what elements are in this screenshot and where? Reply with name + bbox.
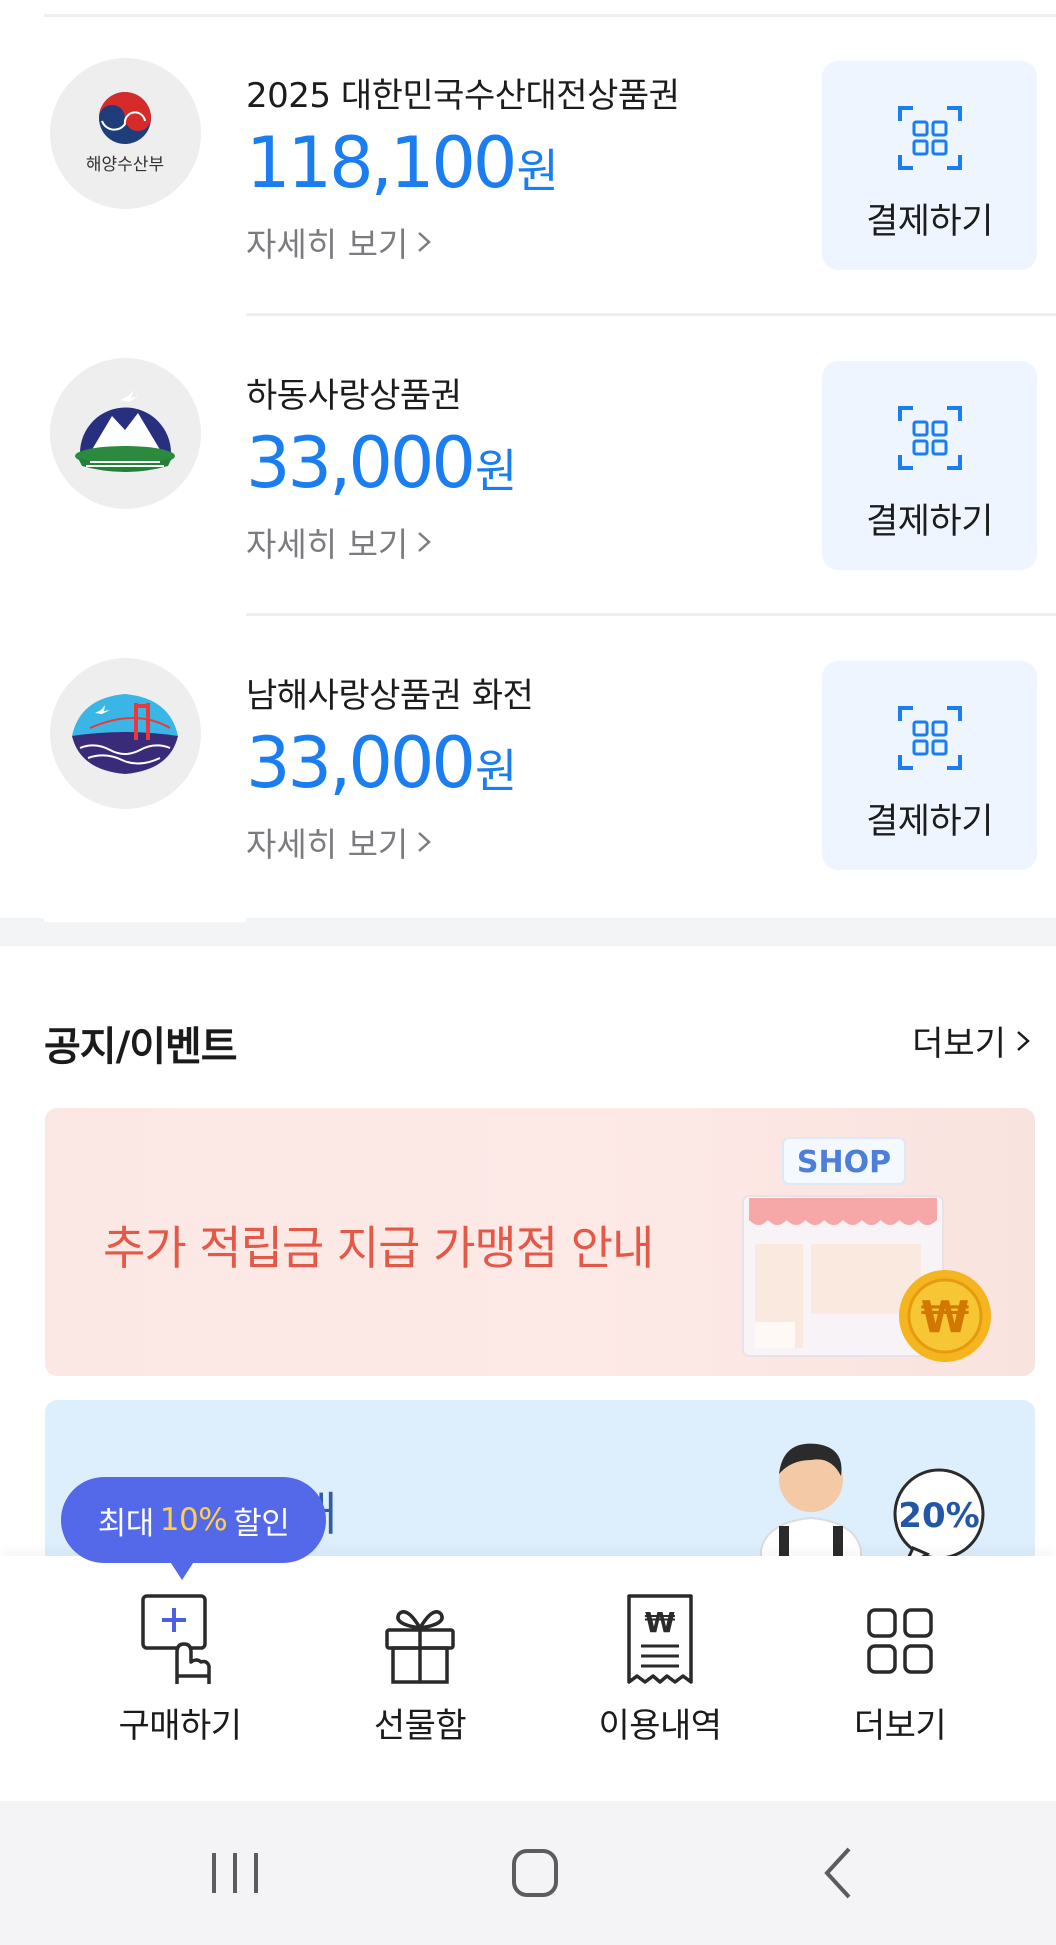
wallet-screen: 해양수산부 2025 대한민국수산대전상품권 118,100원 자세히 보기 결… bbox=[0, 0, 1056, 1945]
coin-symbol: ₩ bbox=[921, 1292, 970, 1343]
discount-promo-bubble[interactable]: 최대 10% 할인 bbox=[61, 1477, 326, 1563]
amount-value: 33,000 bbox=[246, 422, 476, 504]
svg-text:₩: ₩ bbox=[645, 1606, 676, 1639]
detail-link[interactable]: 자세히 보기 bbox=[246, 518, 434, 566]
voucher-name: 하동사랑상품권 bbox=[246, 376, 462, 416]
ministry-of-oceans-logo-icon: 해양수산부 bbox=[50, 58, 201, 209]
amount-unit: 원 bbox=[474, 444, 518, 498]
voucher-amount: 118,100원 bbox=[246, 122, 559, 204]
amount-unit: 원 bbox=[516, 144, 559, 198]
section-divider bbox=[0, 918, 1056, 946]
event-banner-1[interactable]: 추가 적립금 지급 가맹점 안내 SHOP ₩ bbox=[45, 1108, 1035, 1376]
discount-badge: 20% bbox=[898, 1496, 979, 1536]
home-icon bbox=[512, 1849, 558, 1897]
logo-text: 해양수산부 bbox=[86, 155, 164, 175]
more-label: 더보기 bbox=[912, 1024, 1006, 1064]
chevron-right-icon bbox=[1017, 1030, 1030, 1051]
shop-coin-icon: SHOP ₩ bbox=[742, 1137, 991, 1362]
chevron-right-icon bbox=[418, 532, 432, 552]
banner-text: 추가 적립금 지급 가맹점 안내 bbox=[103, 1221, 654, 1275]
gift-icon bbox=[385, 1610, 455, 1684]
amount-value: 33,000 bbox=[246, 722, 476, 804]
grid-more-icon bbox=[867, 1608, 933, 1674]
nav-label: 더보기 bbox=[853, 1706, 947, 1746]
promo-bubble-tail bbox=[169, 1560, 195, 1580]
pay-label: 결제하기 bbox=[866, 502, 993, 542]
detail-link[interactable]: 자세히 보기 bbox=[246, 218, 434, 266]
qr-scan-icon bbox=[897, 406, 962, 470]
voucher-name: 남해사랑상품권 화전 bbox=[246, 676, 534, 716]
nav-label: 이용내역 bbox=[598, 1706, 722, 1746]
promo-suffix: 할인 bbox=[233, 1505, 290, 1542]
pay-label: 결제하기 bbox=[866, 802, 993, 842]
qr-scan-icon bbox=[897, 106, 962, 170]
back-button[interactable] bbox=[805, 1841, 875, 1905]
hadong-mountain-logo-icon bbox=[50, 358, 201, 509]
voucher-name: 2025 대한민국수산대전상품권 bbox=[246, 76, 680, 116]
promo-prefix: 최대 bbox=[97, 1505, 155, 1542]
nav-history[interactable]: ₩ 이용내역 bbox=[560, 1592, 760, 1747]
shop-sign-text: SHOP bbox=[797, 1145, 891, 1180]
detail-link[interactable]: 자세히 보기 bbox=[246, 818, 434, 866]
pay-label: 결제하기 bbox=[866, 202, 993, 242]
voucher-card-3[interactable]: 남해사랑상품권 화전 33,000원 자세히 보기 결제하기 bbox=[0, 600, 1056, 900]
home-button[interactable] bbox=[500, 1841, 570, 1905]
back-icon bbox=[824, 1847, 851, 1899]
pay-button[interactable]: 결제하기 bbox=[822, 361, 1037, 570]
amount-unit: 원 bbox=[474, 744, 518, 798]
nav-more[interactable]: 더보기 bbox=[800, 1592, 1000, 1747]
chevron-right-icon bbox=[418, 232, 432, 252]
section-title: 공지/이벤트 bbox=[44, 1024, 238, 1070]
voucher-amount: 33,000원 bbox=[246, 422, 517, 504]
nav-purchase[interactable]: 구매하기 bbox=[80, 1592, 280, 1747]
detail-label: 자세히 보기 bbox=[246, 825, 409, 864]
pay-button[interactable]: 결제하기 bbox=[822, 661, 1037, 870]
nav-label: 선물함 bbox=[373, 1706, 467, 1746]
receipt-won-icon: ₩ bbox=[627, 1594, 693, 1684]
promo-highlight: 10% bbox=[159, 1502, 228, 1538]
nav-giftbox[interactable]: 선물함 bbox=[320, 1592, 520, 1747]
voucher-card-1[interactable]: 해양수산부 2025 대한민국수산대전상품권 118,100원 자세히 보기 결… bbox=[0, 0, 1056, 316]
detail-label: 자세히 보기 bbox=[246, 225, 409, 264]
voucher-card-2[interactable]: 하동사랑상품권 33,000원 자세히 보기 결제하기 bbox=[0, 300, 1056, 616]
pay-button[interactable]: 결제하기 bbox=[822, 61, 1037, 270]
recent-apps-button[interactable] bbox=[200, 1841, 270, 1905]
chevron-right-icon bbox=[418, 832, 432, 852]
amount-value: 118,100 bbox=[246, 122, 517, 204]
voucher-amount: 33,000원 bbox=[246, 722, 517, 804]
nav-label: 구매하기 bbox=[118, 1706, 242, 1746]
namhae-bridge-logo-icon bbox=[50, 658, 201, 809]
bottom-navigation: 구매하기 선물함 ₩ 이용내역 더보기 bbox=[0, 1556, 1056, 1801]
system-navigation-bar bbox=[0, 1801, 1056, 1945]
more-link[interactable]: 더보기 bbox=[912, 1016, 1032, 1065]
detail-label: 자세히 보기 bbox=[246, 525, 409, 564]
purchase-touch-icon bbox=[141, 1594, 211, 1684]
recent-apps-icon bbox=[212, 1853, 258, 1893]
qr-scan-icon bbox=[897, 706, 962, 770]
